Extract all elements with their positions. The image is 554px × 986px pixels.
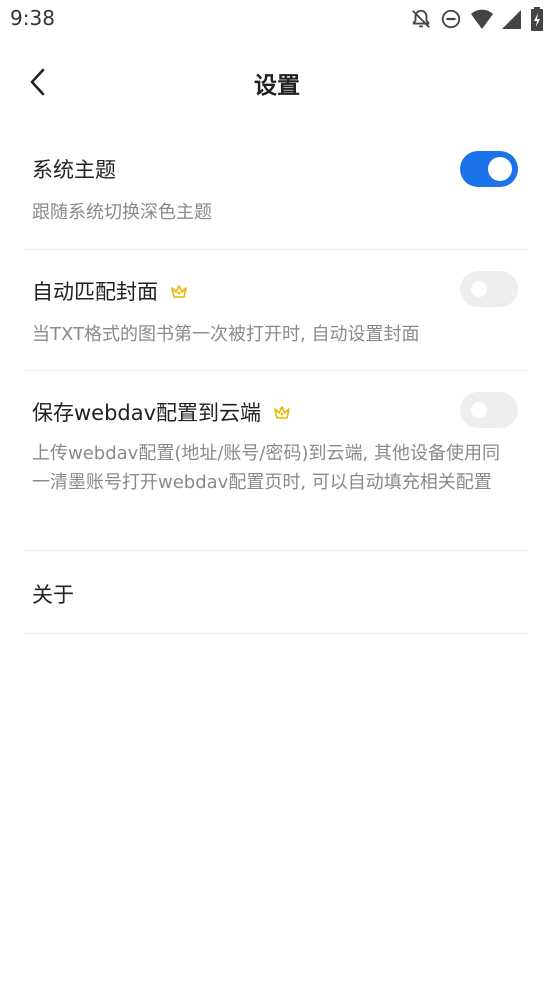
auto-match-cover-toggle[interactable] xyxy=(460,271,518,307)
status-time: 9:38 xyxy=(10,6,55,30)
setting-title: 保存webdav配置到云端 xyxy=(32,401,262,425)
signal-icon xyxy=(502,8,522,30)
setting-title: 关于 xyxy=(32,583,74,607)
app-bar: 设置 xyxy=(0,52,554,112)
do-not-disturb-icon xyxy=(440,8,462,30)
toggle-knob xyxy=(471,281,487,297)
setting-webdav-cloud[interactable]: 保存webdav配置到云端 上传webdav配置(地址/账号/密码)到云端, 其… xyxy=(24,371,528,551)
crown-icon xyxy=(273,404,291,420)
setting-about[interactable]: 关于 xyxy=(24,551,528,634)
toggle-knob xyxy=(488,157,512,181)
status-icons xyxy=(410,6,544,32)
toggle-knob xyxy=(471,402,487,418)
setting-auto-match-cover[interactable]: 自动匹配封面 当TXT格式的图书第一次被打开时, 自动设置封面 xyxy=(24,250,528,371)
setting-description: 上传webdav配置(地址/账号/密码)到云端, 其他设备使用同一清墨账号打开w… xyxy=(32,443,500,493)
setting-system-theme[interactable]: 系统主题 跟随系统切换深色主题 xyxy=(24,128,528,250)
system-theme-toggle[interactable] xyxy=(460,151,518,187)
status-bar: 9:38 xyxy=(0,0,554,38)
setting-description: 跟随系统切换深色主题 xyxy=(32,202,212,223)
setting-title: 系统主题 xyxy=(32,158,116,182)
crown-icon xyxy=(170,283,188,299)
settings-list: 系统主题 跟随系统切换深色主题 自动匹配封面 当TXT格式的图书第一次被打开时,… xyxy=(24,128,528,634)
setting-title: 自动匹配封面 xyxy=(32,280,158,304)
webdav-cloud-toggle[interactable] xyxy=(460,392,518,428)
setting-description: 当TXT格式的图书第一次被打开时, 自动设置封面 xyxy=(32,324,420,345)
battery-charging-icon xyxy=(530,7,544,31)
bell-off-icon xyxy=(410,8,432,30)
wifi-icon xyxy=(470,8,494,30)
page-title: 设置 xyxy=(254,73,300,99)
